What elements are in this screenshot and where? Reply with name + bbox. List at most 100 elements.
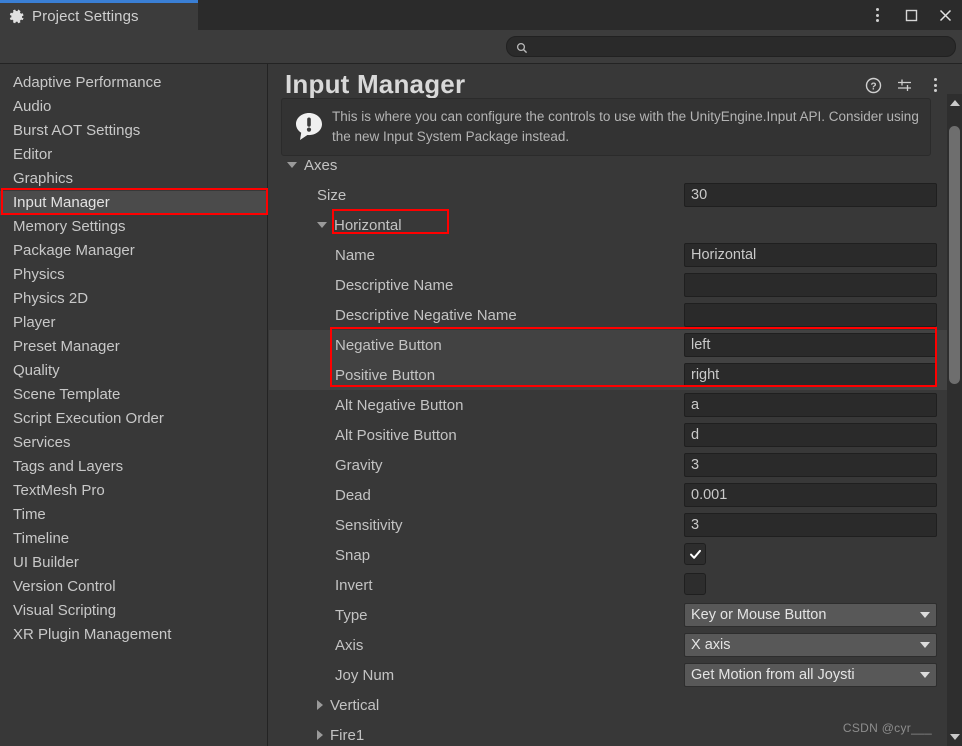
- sidebar-item-preset-manager[interactable]: Preset Manager: [0, 335, 267, 359]
- axis-dropdown[interactable]: X axis: [684, 633, 937, 657]
- horizontal-foldout[interactable]: Horizontal: [269, 217, 402, 234]
- property-label: Gravity: [335, 456, 383, 474]
- property-input[interactable]: [684, 423, 937, 447]
- property-input[interactable]: [684, 363, 937, 387]
- property-input[interactable]: [684, 303, 937, 327]
- row-negative-button[interactable]: Negative Button: [269, 330, 962, 360]
- invert-checkbox[interactable]: [684, 573, 706, 595]
- sidebar-item-physics[interactable]: Physics: [0, 263, 267, 287]
- axes-foldout[interactable]: Axes: [269, 157, 337, 174]
- sidebar-item-services[interactable]: Services: [0, 431, 267, 455]
- sidebar-item-label: Burst AOT Settings: [13, 122, 141, 139]
- sidebar-item-tags-and-layers[interactable]: Tags and Layers: [0, 455, 267, 479]
- property-input[interactable]: [684, 453, 937, 477]
- maximize-icon: [905, 9, 917, 21]
- property-input[interactable]: [684, 513, 937, 537]
- row-descriptive-name[interactable]: Descriptive Name: [269, 270, 962, 300]
- row-type[interactable]: Type Key or Mouse Button: [269, 600, 962, 630]
- sidebar-item-editor[interactable]: Editor: [0, 143, 267, 167]
- row-invert[interactable]: Invert: [269, 570, 962, 600]
- search-input[interactable]: [533, 39, 933, 54]
- scroll-up-button[interactable]: [947, 96, 962, 110]
- row-name[interactable]: Name: [269, 240, 962, 270]
- sidebar-item-time[interactable]: Time: [0, 503, 267, 527]
- row-dead[interactable]: Dead: [269, 480, 962, 510]
- row-size[interactable]: Size: [269, 180, 962, 210]
- row-gravity[interactable]: Gravity: [269, 450, 962, 480]
- close-button[interactable]: [934, 4, 956, 26]
- sidebar-item-memory-settings[interactable]: Memory Settings: [0, 215, 267, 239]
- sidebar-item-physics-2d[interactable]: Physics 2D: [0, 287, 267, 311]
- sidebar-item-timeline[interactable]: Timeline: [0, 527, 267, 551]
- property-input[interactable]: [684, 393, 937, 417]
- sidebar-item-textmesh-pro[interactable]: TextMesh Pro: [0, 479, 267, 503]
- search-box[interactable]: [506, 36, 956, 57]
- chevron-down-icon: [920, 642, 930, 648]
- pane-menu-button[interactable]: [926, 76, 944, 94]
- sidebar-item-visual-scripting[interactable]: Visual Scripting: [0, 599, 267, 623]
- search-icon: [516, 41, 528, 53]
- sidebar-item-label: Adaptive Performance: [13, 74, 162, 91]
- sidebar-item-label: Package Manager: [13, 242, 135, 259]
- sidebar-item-burst-aot-settings[interactable]: Burst AOT Settings: [0, 119, 267, 143]
- foldout-row-vertical[interactable]: Vertical: [269, 690, 962, 720]
- row-alt-positive-button[interactable]: Alt Positive Button: [269, 420, 962, 450]
- row-alt-negative-button[interactable]: Alt Negative Button: [269, 390, 962, 420]
- property-label: Alt Negative Button: [335, 396, 464, 414]
- property-label: Descriptive Name: [335, 276, 454, 294]
- row-sensitivity[interactable]: Sensitivity: [269, 510, 962, 540]
- property-input[interactable]: [684, 333, 937, 357]
- sidebar-item-player[interactable]: Player: [0, 311, 267, 335]
- window-menu-button[interactable]: [866, 4, 888, 26]
- property-label: Type: [335, 606, 368, 624]
- property-input[interactable]: [684, 483, 937, 507]
- fire1-foldout[interactable]: Fire1: [269, 727, 364, 744]
- sidebar-item-label: Quality: [13, 362, 60, 379]
- tab-label: Project Settings: [32, 8, 139, 25]
- joy-num-dropdown[interactable]: Get Motion from all Joysti: [684, 663, 937, 687]
- sidebar-item-graphics[interactable]: Graphics: [0, 167, 267, 191]
- sidebar-item-input-manager[interactable]: Input Manager: [0, 191, 267, 215]
- gear-icon: [9, 9, 25, 25]
- vertical-foldout[interactable]: Vertical: [269, 697, 379, 714]
- help-button[interactable]: ?: [864, 76, 882, 94]
- sidebar-item-scene-template[interactable]: Scene Template: [0, 383, 267, 407]
- sidebar-item-ui-builder[interactable]: UI Builder: [0, 551, 267, 575]
- snap-checkbox[interactable]: [684, 543, 706, 565]
- foldout-row-axes[interactable]: Axes: [269, 150, 962, 180]
- property-label: Axis: [335, 636, 364, 654]
- tab-project-settings[interactable]: Project Settings: [0, 0, 198, 30]
- settings-category-sidebar[interactable]: Adaptive Performance Audio Burst AOT Set…: [0, 64, 268, 746]
- foldout-row-horizontal[interactable]: Horizontal: [269, 210, 962, 240]
- sidebar-item-package-manager[interactable]: Package Manager: [0, 239, 267, 263]
- sidebar-item-script-execution-order[interactable]: Script Execution Order: [0, 407, 267, 431]
- sidebar-item-audio[interactable]: Audio: [0, 95, 267, 119]
- property-label: Joy Num: [335, 666, 395, 684]
- property-input[interactable]: [684, 273, 937, 297]
- vertical-scrollbar[interactable]: [947, 94, 962, 746]
- preset-sliders-icon: [897, 79, 911, 91]
- type-dropdown[interactable]: Key or Mouse Button: [684, 603, 937, 627]
- sidebar-item-label: UI Builder: [13, 554, 79, 571]
- dropdown-value: Get Motion from all Joysti: [691, 667, 855, 683]
- sidebar-item-label: Scene Template: [13, 386, 121, 403]
- sidebar-item-label: Editor: [13, 146, 53, 163]
- row-snap[interactable]: Snap: [269, 540, 962, 570]
- scroll-down-button[interactable]: [947, 730, 962, 744]
- row-joy-num[interactable]: Joy Num Get Motion from all Joysti: [269, 660, 962, 690]
- size-input[interactable]: [684, 183, 937, 207]
- property-input[interactable]: [684, 243, 937, 267]
- property-label: Negative Button: [335, 336, 442, 354]
- maximize-button[interactable]: [900, 4, 922, 26]
- horizontal-label: Horizontal: [334, 216, 402, 234]
- scrollbar-thumb[interactable]: [949, 126, 960, 384]
- row-descriptive-negative-name[interactable]: Descriptive Negative Name: [269, 300, 962, 330]
- row-positive-button[interactable]: Positive Button: [269, 360, 962, 390]
- sidebar-item-adaptive-performance[interactable]: Adaptive Performance: [0, 71, 267, 95]
- row-axis[interactable]: Axis X axis: [269, 630, 962, 660]
- sidebar-item-xr-plugin-management[interactable]: XR Plugin Management: [0, 623, 267, 647]
- sidebar-item-version-control[interactable]: Version Control: [0, 575, 267, 599]
- property-label: Dead: [335, 486, 371, 504]
- preset-button[interactable]: [895, 76, 913, 94]
- sidebar-item-quality[interactable]: Quality: [0, 359, 267, 383]
